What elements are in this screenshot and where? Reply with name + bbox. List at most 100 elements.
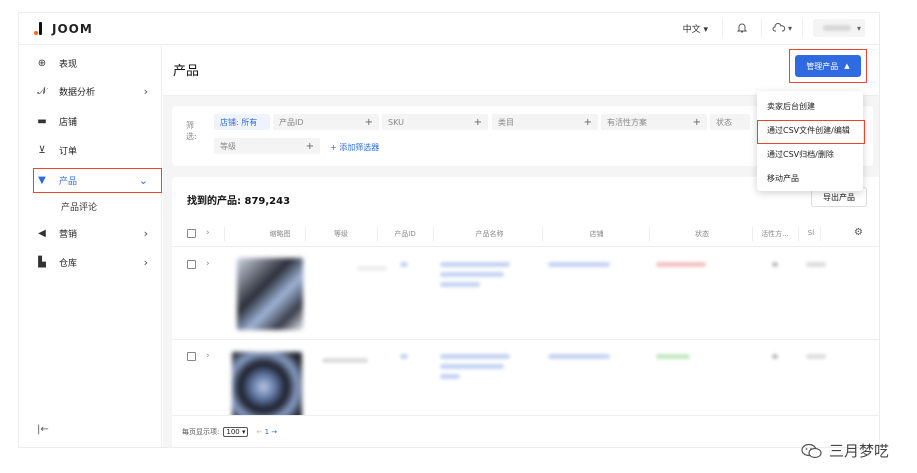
row-checkbox[interactable] [187,352,196,361]
sidebar-item-marketing[interactable]: ◀ 营销 › [19,220,162,246]
filter-chip-status[interactable]: 状态 [710,114,750,130]
plus-icon: + [473,116,482,128]
gear-icon[interactable]: ⚙ [854,227,863,238]
filter-chip-label: 店铺: 所有 [220,117,258,127]
divider [721,19,723,37]
marketing-icon: ◀ [38,227,46,239]
pagination: 每页显示项: 100 ▾ ← 1 → [182,427,277,437]
column-header[interactable]: 店铺 [544,229,649,239]
performance-icon: ⊕ [37,57,47,69]
sidebar-item-label: 数据分析 [59,87,96,98]
cloud-icon[interactable]: ▾ [772,19,792,37]
plus-icon: + [305,140,314,152]
wechat-icon [801,442,823,460]
column-header[interactable]: 状态 [652,229,752,239]
top-bar: JOOM 中文 ▾ ▾ ▾ [19,13,879,45]
add-filter-link[interactable]: + 添加筛选器 [330,142,379,153]
page-number[interactable]: 1 [265,428,269,436]
column-header[interactable]: Sl [804,229,818,237]
row-checkbox[interactable] [187,260,196,269]
chevron-right-icon: › [143,226,148,240]
column-header[interactable]: 活性方... [755,229,795,239]
page-header: 产品 管理产品 ▲ [163,46,879,96]
language-caret: ▾ [703,24,708,35]
sidebar-item-performance[interactable]: ⊕ 表现 [19,50,162,76]
filter-chip-label: SKU [388,117,404,127]
table-row[interactable]: › [172,340,879,415]
column-header[interactable]: 缩略图 [240,229,320,239]
results-count: 找到的产品: 879,243 [187,196,291,207]
sidebar-item-orders[interactable]: ⊻ 订单 [19,137,162,163]
menu-item-create-in-backend[interactable]: 卖家后台创建 [767,101,815,112]
sidebar-item-warehouse[interactable]: ▙ 仓库 › [19,249,162,275]
filter-chip-product-id[interactable]: 产品ID + [273,114,379,130]
filter-chip-shop[interactable]: 店铺: 所有 [214,114,270,130]
product-thumbnail[interactable] [237,258,303,330]
sidebar-subitem-product-reviews[interactable]: 产品评论 [61,200,97,213]
manage-products-dropdown: 卖家后台创建 通过CSV文件创建/编辑 通过CSV归档/删除 移动产品 [757,91,863,191]
expand-row-icon[interactable]: › [206,351,210,361]
filter-chip-sku[interactable]: SKU + [382,114,488,130]
analytics-icon: 𝒩 [37,85,47,97]
account-caret: ▾ [856,23,861,33]
store-icon: ▬ [37,115,47,127]
column-header[interactable]: 等级 [310,229,372,239]
menu-item-move-products[interactable]: 移动产品 [767,173,799,184]
table-footer: 每页显示项: 100 ▾ ← 1 → [172,415,879,447]
table-header: › 缩略图 等级 产品ID 产品名称 店铺 状态 活性方... Sl ⚙ [172,221,879,247]
product-icon: ▼ [38,174,46,186]
results-panel: 找到的产品: 879,243 导出产品 › 缩略图 等级 产品ID 产品名称 店… [172,177,879,415]
chevron-right-icon: › [143,84,148,98]
prev-page-icon[interactable]: ← [256,428,262,436]
logo-text: JOOM [52,21,93,36]
sidebar-item-label: 店铺 [59,117,78,128]
filter-chip-active-plan[interactable]: 有活性方案 + [601,114,707,130]
language-selector[interactable]: 中文 ▾ [679,22,712,35]
sidebar-item-label: 营销 [59,229,78,240]
sidebar-item-products[interactable]: ▼ 产品 ⌄ [19,167,162,193]
per-page-select[interactable]: 100 ▾ [223,427,249,437]
cloud-caret: ▾ [787,23,792,33]
column-header[interactable]: 产品名称 [437,229,542,239]
divider [802,19,803,37]
language-label: 中文 [682,24,701,35]
column-header[interactable]: 产品ID [380,229,430,239]
filter-chip-label: 状态 [716,117,732,127]
joom-logo[interactable]: JOOM [34,21,93,36]
sidebar-item-analytics[interactable]: 𝒩 数据分析 › [19,78,162,104]
sidebar-item-store[interactable]: ▬ 店铺 [19,108,162,134]
chevron-right-icon: › [143,255,148,269]
sidebar-item-label: 仓库 [59,258,78,269]
cart-icon: ⊻ [38,144,46,156]
filter-chip-label: 有活性方案 [607,117,647,127]
collapse-sidebar-icon[interactable]: |← [37,424,49,435]
table-row[interactable]: › [172,248,879,340]
account-menu[interactable]: ▾ [813,19,865,37]
sidebar: ⊕ 表现 𝒩 数据分析 › ▬ 店铺 ⊻ 订单 ▼ 产品 ⌄ 产品评论 ◀ 营销… [19,46,162,447]
manage-products-button[interactable]: 管理产品 ▲ [795,55,861,77]
plus-icon: + [583,116,592,128]
product-thumbnail[interactable] [232,352,302,415]
bell-icon[interactable] [733,19,751,37]
sidebar-item-label: 产品 [59,176,78,187]
filter-chip-category[interactable]: 类目 + [492,114,598,130]
plus-icon: + [692,116,701,128]
menu-item-csv-archive-delete[interactable]: 通过CSV归档/删除 [767,149,834,160]
logo-mark-icon [34,22,42,35]
chevron-down-icon: ⌄ [138,173,148,187]
filter-label: 筛选: [186,121,197,141]
filter-chip-label: 类目 [498,117,514,127]
warehouse-icon: ▙ [38,256,46,268]
main-content: 产品 管理产品 ▲ 筛选: 店铺: 所有 产品ID + SKU + 类目 + 有活 [163,46,879,447]
filter-chip-grade[interactable]: 等级 + [214,138,320,154]
select-all-checkbox[interactable] [187,229,196,238]
menu-item-csv-create-edit[interactable]: 通过CSV文件创建/编辑 [767,125,850,136]
watermark-text: 三月梦呓 [828,442,889,460]
pager: ← 1 → [256,428,277,436]
per-page-label: 每页显示项: [182,428,220,436]
sidebar-item-label: 表现 [59,59,78,70]
expand-row-icon[interactable]: › [206,259,210,269]
sidebar-item-label: 订单 [59,146,78,157]
expand-all-icon[interactable]: › [206,228,210,238]
next-page-icon[interactable]: → [271,428,277,436]
